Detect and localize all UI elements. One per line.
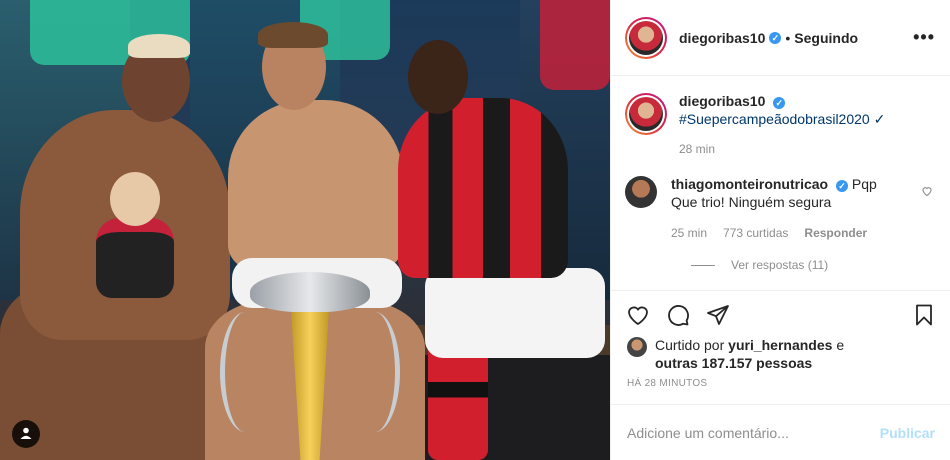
bookmark-icon[interactable] — [911, 302, 937, 328]
caption-hashtag[interactable]: #Suepercampeãodobrasil2020 ✓ — [679, 111, 885, 128]
author-username[interactable]: diegoribas10 — [679, 30, 765, 46]
view-replies-label: Ver respostas (11) — [731, 258, 829, 272]
comment-heart-icon[interactable] — [921, 184, 933, 200]
add-comment-bar: Publicar — [611, 404, 950, 460]
caption-username[interactable]: diegoribas10 — [679, 93, 765, 109]
post-timestamp[interactable]: HÁ 28 MINUTOS — [627, 378, 707, 389]
comment-item: thiagomonteironutricao ✓ Pqp Que trio! N… — [625, 176, 935, 240]
mascot-doll — [92, 172, 178, 302]
separator-dot: • — [785, 29, 791, 46]
following-button[interactable]: Seguindo — [794, 30, 858, 46]
player-right-shorts — [425, 268, 605, 358]
commenter-username[interactable]: thiagomonteironutricao — [671, 176, 828, 192]
heart-icon[interactable] — [625, 302, 651, 328]
comment-likes[interactable]: 773 curtidas — [723, 226, 788, 240]
caption-avatar[interactable] — [625, 93, 667, 135]
player-left-hair — [128, 34, 190, 58]
likes-others[interactable]: outras 187.157 pessoas — [655, 355, 812, 371]
player-center-torso — [228, 100, 403, 270]
likes-summary: Curtido por yuri_hernandes e outras 187.… — [627, 336, 937, 372]
player-right-jersey — [398, 98, 568, 278]
comment-truncated-text: Pqp — [851, 176, 877, 192]
verified-icon: ✓ — [773, 97, 786, 109]
user-tag-icon — [19, 426, 33, 443]
post-side-panel: diegoribas10 ✓ • Seguindo ••• diegoribas… — [610, 0, 950, 460]
comments-section[interactable]: diegoribas10 ✓ #Suepercampeãodobrasil202… — [611, 77, 950, 289]
share-icon[interactable] — [705, 302, 731, 328]
reply-button[interactable]: Responder — [804, 226, 867, 240]
hanging-jersey — [540, 0, 610, 90]
comment-input[interactable] — [627, 424, 880, 441]
likes-prefix: Curtido por — [655, 337, 725, 353]
trophy — [220, 272, 400, 460]
author-avatar[interactable] — [625, 16, 667, 59]
post-caption: diegoribas10 ✓ #Suepercampeãodobrasil202… — [625, 93, 935, 156]
liker-username[interactable]: yuri_hernandes — [728, 337, 832, 353]
likes-connector: e — [836, 337, 845, 353]
player-right-head — [408, 40, 468, 114]
player-center-hair — [258, 22, 328, 48]
publish-button[interactable]: Publicar — [880, 425, 935, 441]
more-icon[interactable]: ••• — [913, 27, 935, 48]
commenter-avatar[interactable] — [625, 176, 657, 208]
comment-text: Que trio! Ninguém segura — [671, 194, 832, 210]
post-photo[interactable] — [0, 0, 610, 460]
liker-avatar[interactable] — [627, 337, 647, 357]
post-header: diegoribas10 ✓ • Seguindo ••• — [611, 0, 950, 76]
verified-icon: ✓ — [769, 31, 782, 44]
action-bar — [611, 290, 950, 338]
view-replies-button[interactable]: Ver respostas (11) — [691, 258, 935, 272]
comment-time[interactable]: 25 min — [671, 226, 707, 240]
caption-time[interactable]: 28 min — [679, 142, 885, 156]
verified-icon: ✓ — [836, 180, 849, 192]
user-tag-button[interactable] — [12, 420, 40, 448]
comment-icon[interactable] — [665, 302, 691, 328]
instagram-post: diegoribas10 ✓ • Seguindo ••• diegoribas… — [0, 0, 950, 460]
